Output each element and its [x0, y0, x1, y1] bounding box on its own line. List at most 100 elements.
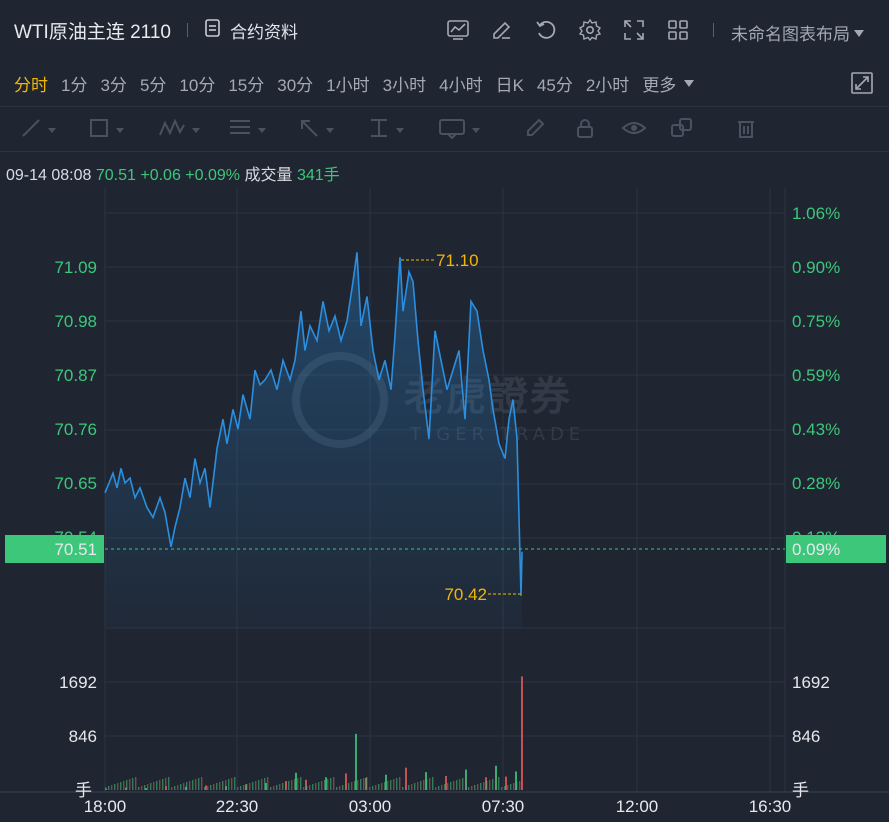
volume-bar	[201, 777, 203, 790]
volume-bar	[474, 785, 476, 790]
volume-bar	[363, 778, 365, 790]
quote-price: 70.51	[95, 167, 136, 184]
grid-layout-icon[interactable]	[665, 17, 691, 43]
volume-bar	[348, 783, 350, 790]
volume-bar	[141, 786, 143, 790]
tab-period[interactable]: 15分	[228, 71, 264, 96]
tab-label: 2小时	[585, 75, 630, 95]
arrow-tool[interactable]	[298, 117, 334, 143]
volume-bar	[228, 779, 230, 790]
tab-period[interactable]: 日K	[496, 71, 524, 96]
volume-bar	[429, 778, 431, 790]
indicator-icon[interactable]	[445, 17, 471, 43]
volume-bar	[426, 779, 428, 790]
volume-bar	[501, 787, 503, 790]
tab-period[interactable]: 2小时	[586, 71, 629, 96]
tab-period[interactable]: 更多	[642, 71, 695, 96]
text-label-tool[interactable]	[438, 117, 480, 143]
reset-icon[interactable]	[533, 17, 559, 43]
tab-label: 3分	[100, 75, 127, 95]
volume-bar	[243, 785, 245, 790]
volume-bar	[237, 787, 239, 790]
volume-bar	[273, 786, 275, 790]
volume-bar	[129, 779, 131, 790]
volume-axis-label: 1692	[59, 673, 97, 692]
measure-tool[interactable]	[368, 117, 404, 143]
volume-bar	[492, 779, 494, 790]
trendline-tool[interactable]	[20, 117, 56, 143]
percent-axis-label: 0.90%	[792, 258, 840, 277]
volume-bar	[159, 780, 161, 790]
volume-bar	[306, 786, 308, 790]
tab-period[interactable]: 1分	[61, 71, 87, 96]
volume-bar	[135, 777, 137, 790]
volume-bar	[480, 783, 482, 790]
volume-bar	[390, 780, 392, 790]
volume-bar	[441, 785, 443, 790]
volume-bar	[510, 784, 512, 790]
fibonacci-tool[interactable]	[228, 117, 266, 143]
tab-label: 5分	[139, 75, 167, 95]
volume-bar	[267, 777, 269, 790]
contract-info-button[interactable]: 合约资料	[204, 18, 298, 43]
tab-label: 更多	[642, 75, 677, 95]
tab-period[interactable]: 3分	[100, 71, 126, 96]
volume-bar	[294, 779, 296, 790]
volume-bar	[450, 782, 452, 790]
volume-bar	[225, 780, 227, 790]
volume-bar	[498, 777, 500, 790]
tab-period[interactable]: 4小时	[439, 71, 482, 96]
lock-tool[interactable]	[574, 117, 596, 143]
volume-bar	[195, 779, 197, 790]
volume-bar	[516, 782, 518, 790]
volume-bar	[372, 786, 374, 790]
tab-period[interactable]: 3小时	[383, 71, 426, 96]
volume-bar	[453, 781, 455, 790]
volume-bar	[165, 778, 167, 790]
price-axis-label: 70.65	[54, 474, 97, 493]
tab-period[interactable]: 45分	[537, 71, 573, 96]
symbol-title[interactable]: WTI原油主连 2110	[14, 17, 171, 44]
brush-tool[interactable]	[524, 117, 546, 143]
tab-label: 15分	[228, 75, 265, 95]
tab-period[interactable]: 5分	[140, 71, 166, 96]
tab-period[interactable]: 30分	[277, 71, 313, 96]
fullscreen-icon[interactable]	[850, 71, 874, 95]
volume-bar	[405, 786, 407, 790]
caret-down-icon	[48, 121, 56, 139]
volume-bar	[315, 783, 317, 790]
volume-bar	[387, 781, 389, 790]
volume-bar	[396, 778, 398, 790]
volume-bar	[471, 786, 473, 790]
volume-bar	[521, 676, 523, 790]
volume-bar	[432, 777, 434, 790]
volume-bar	[126, 780, 128, 790]
edit-icon[interactable]	[489, 17, 515, 43]
volume-bar	[150, 783, 152, 790]
intraday-chart[interactable]: 老虎證券 TIGER TRADE 71.0970.9870.8770.7670.…	[0, 188, 889, 822]
volume-bar	[183, 783, 185, 790]
quote-change-pct: +0.09%	[185, 167, 241, 184]
tab-period[interactable]: 分时	[14, 71, 48, 96]
volume-bar	[411, 784, 413, 790]
pencil-icon	[524, 117, 546, 144]
visibility-tool[interactable]	[621, 117, 647, 143]
layout-selector[interactable]: 未命名图表布局	[731, 20, 864, 45]
arrow-icon	[298, 117, 320, 144]
volume-bar	[258, 780, 260, 790]
pattern-tool[interactable]	[158, 117, 200, 143]
tab-period[interactable]: 1小时	[326, 71, 369, 96]
rectangle-tool[interactable]	[88, 117, 124, 143]
volume-bar	[483, 782, 485, 790]
header-divider	[713, 23, 714, 37]
volume-bar	[123, 781, 125, 790]
copy-tool[interactable]	[670, 117, 694, 143]
expand-arrows-icon[interactable]	[621, 17, 647, 43]
settings-gear-icon[interactable]	[577, 17, 603, 43]
time-axis-label: 07:30	[482, 797, 525, 816]
price-axis-label: 70.87	[54, 366, 97, 385]
tab-period[interactable]: 10分	[179, 71, 215, 96]
eye-icon	[621, 117, 647, 144]
delete-tool[interactable]	[735, 117, 757, 143]
volume-bar	[234, 777, 236, 790]
